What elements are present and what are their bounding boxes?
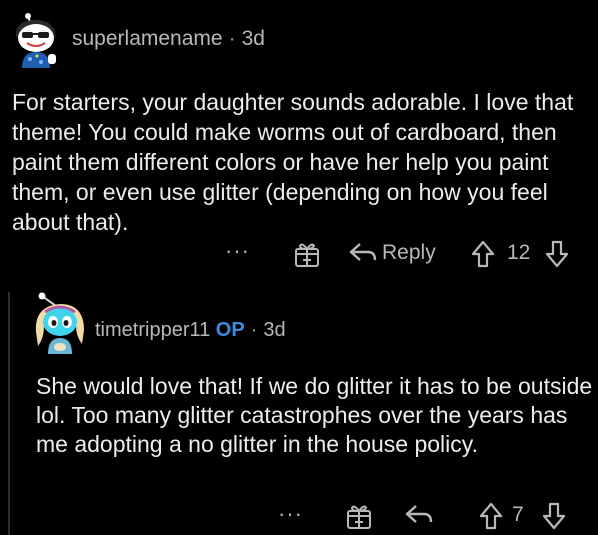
username[interactable]: superlamename [72,27,223,50]
upvote-arrow-icon [471,240,495,268]
separator: · [250,319,258,341]
comment-meta: timetripper11 OP · 3d [95,319,286,342]
snoo-avatar-icon [15,13,56,68]
comment-body: She would love that! If we do glitter it… [36,373,593,457]
downvote-button[interactable] [544,239,570,269]
avatar[interactable] [32,292,88,356]
gift-icon [347,505,371,529]
award-button[interactable] [292,239,322,269]
more-dots-icon: ··· [278,501,303,526]
separator: · [228,27,236,50]
op-badge: OP [215,319,245,341]
comment-actions: ··· Reply 12 [0,238,598,272]
more-options-button[interactable]: ··· [278,501,303,527]
upvote-button[interactable] [470,239,496,269]
vote-score: 12 [507,241,530,265]
comment-body: For starters, your daughter sounds adora… [12,89,574,235]
reply-label: Reply [382,241,436,264]
score-value: 7 [512,503,524,526]
reply-comment: timetripper11 OP · 3d She would love that!… [0,280,598,535]
snoo-avatar-icon [35,292,84,354]
downvote-arrow-icon [542,502,566,530]
upvote-arrow-icon [479,502,503,530]
downvote-arrow-icon [545,240,569,268]
timestamp: 3d [241,27,265,50]
award-button[interactable] [344,501,374,531]
vote-score: 7 [512,503,524,527]
comment-actions: ··· 7 [0,500,598,534]
reply-button[interactable] [404,502,434,528]
gift-icon [295,243,319,267]
timestamp: 3d [263,319,286,341]
username[interactable]: timetripper11 [95,319,210,341]
comment: superlamename · 3d For starters, your daug… [0,0,598,280]
upvote-button[interactable] [478,501,504,531]
comment-meta: superlamename · 3d [72,27,265,51]
reply-button[interactable]: Reply [348,240,436,266]
score-value: 12 [507,241,531,264]
downvote-button[interactable] [541,501,567,531]
more-dots-icon: ··· [225,238,250,263]
avatar[interactable] [10,12,62,68]
more-options-button[interactable]: ··· [225,238,250,264]
reply-arrow-icon [349,243,377,261]
reply-arrow-icon [405,505,433,523]
